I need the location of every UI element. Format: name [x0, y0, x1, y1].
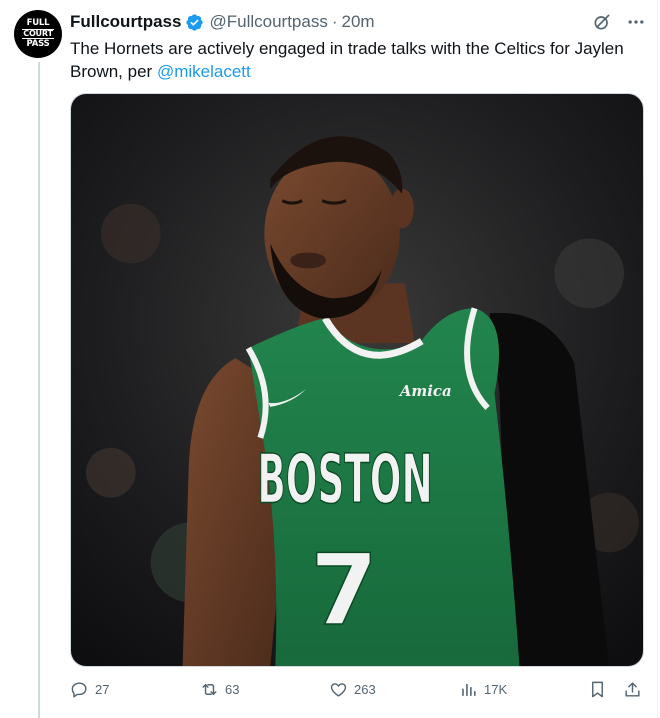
- tweet-body: The Hornets are actively engaged in trad…: [70, 39, 624, 81]
- repost-icon: [202, 684, 217, 695]
- timestamp[interactable]: 20m: [342, 12, 375, 32]
- avatar-text-line-3: PASS: [26, 39, 50, 49]
- thread-line: [38, 62, 40, 718]
- jersey-city: BOSTON: [257, 440, 432, 519]
- heart-icon: [330, 683, 347, 697]
- avatar[interactable]: FULL COURT PASS: [14, 10, 62, 58]
- bookmark-icon: [592, 681, 603, 698]
- more-icon[interactable]: [626, 12, 646, 32]
- column-border: [657, 0, 658, 718]
- mention-link[interactable]: @mikelacett: [157, 62, 251, 81]
- share-icon: [625, 682, 640, 697]
- like-count: 263: [354, 682, 376, 697]
- repost-button[interactable]: 63: [200, 680, 239, 699]
- tweet-top-actions: [592, 12, 646, 32]
- player-photo: Amica BOSTON 7: [71, 94, 643, 666]
- views-icon: [462, 683, 476, 696]
- author-handle[interactable]: @Fullcourtpass: [209, 12, 327, 32]
- grok-icon[interactable]: [592, 12, 612, 32]
- tweet-actions: 27 63 263 17K: [70, 680, 644, 704]
- avatar-text-line-2: COURT: [22, 29, 54, 39]
- reply-button[interactable]: 27: [70, 680, 109, 699]
- like-button[interactable]: 263: [329, 680, 376, 699]
- avatar-text-line-1: FULL: [26, 18, 50, 28]
- repost-count: 63: [225, 682, 240, 697]
- verified-badge-icon[interactable]: [185, 13, 204, 32]
- author-name[interactable]: Fullcourtpass: [70, 12, 181, 32]
- tweet-photo[interactable]: Amica BOSTON 7: [70, 93, 644, 667]
- tweet-text: The Hornets are actively engaged in trad…: [70, 37, 630, 83]
- views-button[interactable]: 17K: [459, 680, 507, 699]
- bookmark-button[interactable]: [588, 680, 607, 699]
- reply-count: 27: [95, 682, 110, 697]
- separator-dot: ·: [331, 12, 338, 31]
- view-count: 17K: [484, 682, 508, 697]
- tweet-header: Fullcourtpass @Fullcourtpass · 20m: [70, 12, 375, 32]
- jersey-number: 7: [310, 534, 378, 648]
- reply-icon: [71, 682, 87, 698]
- share-button[interactable]: [623, 680, 642, 699]
- jersey-sponsor: Amica: [398, 382, 452, 400]
